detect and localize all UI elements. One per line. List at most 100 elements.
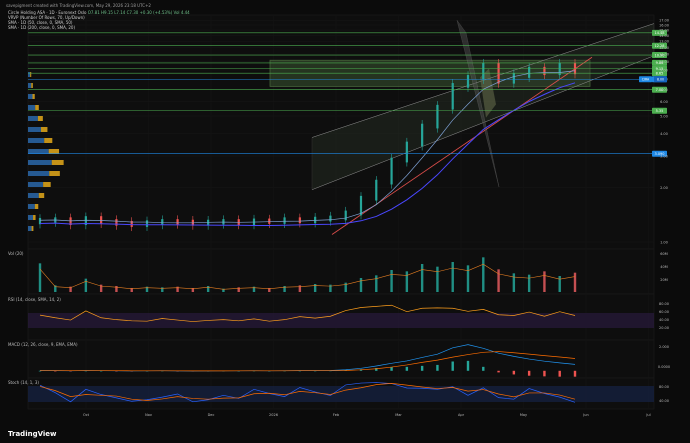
volume-bar xyxy=(543,271,546,292)
candle-body xyxy=(451,83,454,110)
rsi-axis-label: 20.00 xyxy=(659,326,669,330)
x-axis-label: Feb xyxy=(333,413,340,417)
volume-profile-bar xyxy=(40,127,48,132)
macd-histogram-bar xyxy=(451,361,454,371)
volume-profile-bar xyxy=(35,105,39,110)
sma200-label: SMA · 1D (200, close, 0, SMA, 20) xyxy=(8,25,76,30)
chart-svg: 14.4812.2810.909.869.158.658.007.005.353… xyxy=(27,14,670,417)
macd-histogram-bar xyxy=(482,366,485,371)
macd-label: MACD (12, 26, close, 9, EMA, EMA) xyxy=(8,342,78,347)
x-axis-label: Jun xyxy=(582,413,588,417)
symbol-price-tag-text: CIRA xyxy=(642,77,650,81)
volume-axis-label: 20M xyxy=(660,278,667,282)
macd-histogram-bar xyxy=(436,364,439,371)
x-axis-label: May xyxy=(520,413,527,417)
legend-sma200: SMA · 1D (200, close, 0, SMA, 20) xyxy=(8,25,75,30)
volume-profile-bar xyxy=(38,193,45,198)
x-axis-label: Jul xyxy=(645,413,650,417)
y-tick-label: 12.00 xyxy=(659,46,669,50)
volume-profile-bar xyxy=(28,204,35,209)
candle-body xyxy=(115,219,118,226)
x-axis-label: Apr xyxy=(458,413,465,417)
candle-body xyxy=(359,195,363,216)
y-tick-label: 1.00 xyxy=(660,240,668,244)
macd-histogram-bar xyxy=(420,365,424,371)
stoch-axis-label: 40.00 xyxy=(659,399,669,403)
volume-profile-bar xyxy=(33,215,36,220)
macd-histogram-bar xyxy=(390,367,393,371)
volume-bar xyxy=(38,263,42,292)
volume-axis-label: 40M xyxy=(660,265,667,269)
volume-profile-bar xyxy=(28,226,32,231)
candle-body xyxy=(344,210,347,221)
volume-profile-bar xyxy=(28,215,34,220)
volume-bar xyxy=(390,270,393,292)
macd-axis-label: 0.0000 xyxy=(658,365,670,369)
volume-bar xyxy=(497,269,500,292)
candle-body xyxy=(375,179,378,201)
macd-histogram-bar xyxy=(543,370,546,377)
volume-profile-bar xyxy=(28,193,39,198)
candle-body xyxy=(421,123,424,147)
volume-bar xyxy=(405,271,409,292)
stoch-axis-label: 80.00 xyxy=(659,385,669,389)
volume-axis-label: 60M xyxy=(660,252,667,256)
volume-profile-bar xyxy=(31,83,33,88)
rsi-axis-label: 60.00 xyxy=(659,310,669,314)
candle-body xyxy=(390,157,393,185)
y-tick-label: 9.00 xyxy=(660,68,668,72)
macd-histogram-bar xyxy=(497,370,500,373)
macd-axis-label: 2.000 xyxy=(659,345,669,349)
y-tick-label: 13.00 xyxy=(659,40,669,44)
x-axis-label: 2026 xyxy=(269,413,278,417)
volume-profile-bar xyxy=(37,116,43,121)
volume-bar xyxy=(436,266,439,292)
volume-profile-bar xyxy=(28,94,33,99)
candle-body xyxy=(283,217,286,224)
rsi-band xyxy=(28,313,654,328)
macd-histogram-bar xyxy=(527,370,531,376)
y-tick-label: 4.00 xyxy=(660,132,668,136)
volume-profile-bar xyxy=(49,171,60,176)
vol-label: Vol (20) xyxy=(8,251,24,256)
stoch-label: Stoch (14, 1, 3) xyxy=(8,380,39,385)
volume-profile-bar xyxy=(31,226,34,231)
ohlc-line: O7.81 H9.15 L7.14 C7.30 +0.30 (+4.53%) V… xyxy=(87,10,190,15)
volume-bar xyxy=(313,284,317,292)
volume-bar xyxy=(512,273,516,292)
candle-body xyxy=(405,141,408,163)
candle-body xyxy=(298,217,301,224)
candle-body xyxy=(268,218,271,224)
volume-profile-bar xyxy=(32,94,35,99)
candle-body xyxy=(176,219,179,225)
rsi-label: RSI (14, close, SMA, 14, 2) xyxy=(8,297,61,302)
y-tick-label: 15.00 xyxy=(659,28,669,32)
volume-profile-bar xyxy=(28,171,50,176)
volume-profile-bar xyxy=(28,160,52,165)
y-tick-label: 17.00 xyxy=(659,19,669,23)
macd-histogram-bar xyxy=(466,360,470,371)
volume-bar xyxy=(375,275,378,292)
y-tick-label: 10.00 xyxy=(659,60,669,64)
macd-histogram-bar xyxy=(405,366,409,371)
volume-profile-bar xyxy=(28,182,44,187)
x-axis-label: Dec xyxy=(208,413,215,417)
y-tick-label: 3.00 xyxy=(660,154,668,158)
volume-profile-bar xyxy=(28,138,45,143)
volume-profile-bar xyxy=(28,83,32,88)
x-axis-label: Nov xyxy=(145,413,152,417)
volume-bar xyxy=(84,278,88,292)
rsi-axis-label: 40.00 xyxy=(659,318,669,322)
tradingview-logo: TradingView xyxy=(8,430,57,438)
volume-bar xyxy=(451,262,454,292)
volume-profile-bar xyxy=(48,149,60,154)
candle-body xyxy=(329,215,332,222)
volume-profile-bar xyxy=(51,160,64,165)
current-price-tag-text: 8.00 xyxy=(657,77,664,81)
volume-bar xyxy=(359,278,363,292)
y-tick-label: 14.00 xyxy=(659,34,669,38)
x-axis-label: Mar xyxy=(395,413,402,417)
y-tick-label: 11.00 xyxy=(659,53,669,57)
volume-profile-bar xyxy=(43,182,51,187)
macd-histogram-bar xyxy=(558,370,561,377)
